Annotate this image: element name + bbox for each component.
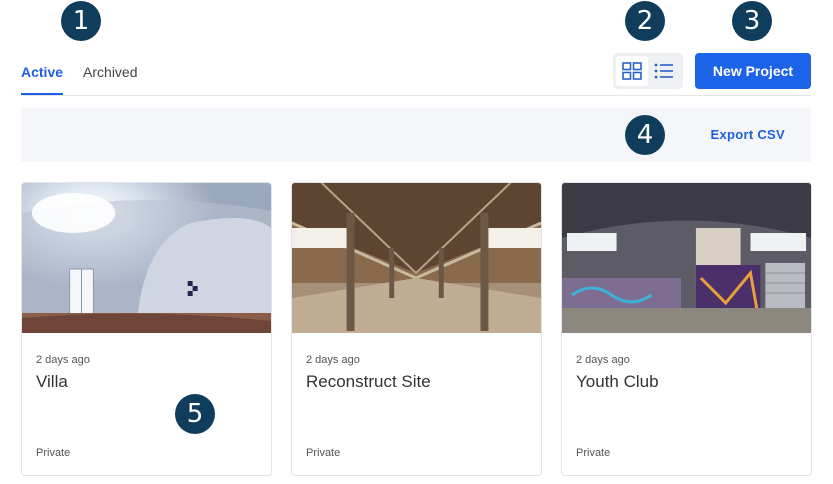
new-project-button[interactable]: New Project	[695, 53, 811, 89]
callout-marker-4: 4	[625, 115, 665, 155]
project-privacy: Private	[306, 447, 341, 459]
project-date: 2 days ago	[36, 354, 90, 366]
project-card-villa[interactable]: 2 days ago Villa Private	[21, 182, 272, 476]
toolbar: Export CSV	[21, 108, 811, 162]
project-title: Reconstruct Site	[306, 372, 431, 391]
project-date: 2 days ago	[576, 354, 630, 366]
project-date: 2 days ago	[306, 354, 360, 366]
grid-view-button[interactable]	[616, 56, 648, 86]
grid-icon	[622, 62, 642, 80]
project-thumbnail	[292, 183, 541, 333]
project-tabs: Active Archived	[21, 52, 138, 96]
project-thumbnail	[22, 183, 271, 333]
callout-marker-5: 5	[175, 394, 215, 434]
tab-divider	[21, 95, 811, 96]
callout-marker-2: 2	[625, 1, 665, 41]
project-privacy: Private	[36, 447, 71, 459]
callout-marker-3: 3	[732, 1, 772, 41]
tab-archived[interactable]: Archived	[83, 52, 137, 96]
project-privacy: Private	[576, 447, 611, 459]
export-csv-link[interactable]: Export CSV	[710, 127, 785, 142]
tab-active[interactable]: Active	[21, 52, 64, 96]
project-thumbnail	[562, 183, 811, 333]
view-toggle	[613, 53, 683, 89]
callout-marker-1: 1	[61, 1, 101, 41]
project-title: Villa	[36, 372, 68, 391]
project-card-reconstruct-site[interactable]: 2 days ago Reconstruct Site Private	[291, 182, 542, 476]
project-title: Youth Club	[576, 372, 659, 391]
list-icon	[654, 63, 673, 79]
project-card-youth-club[interactable]: 2 days ago Youth Club Private	[561, 182, 812, 476]
list-view-button[interactable]	[648, 56, 680, 86]
